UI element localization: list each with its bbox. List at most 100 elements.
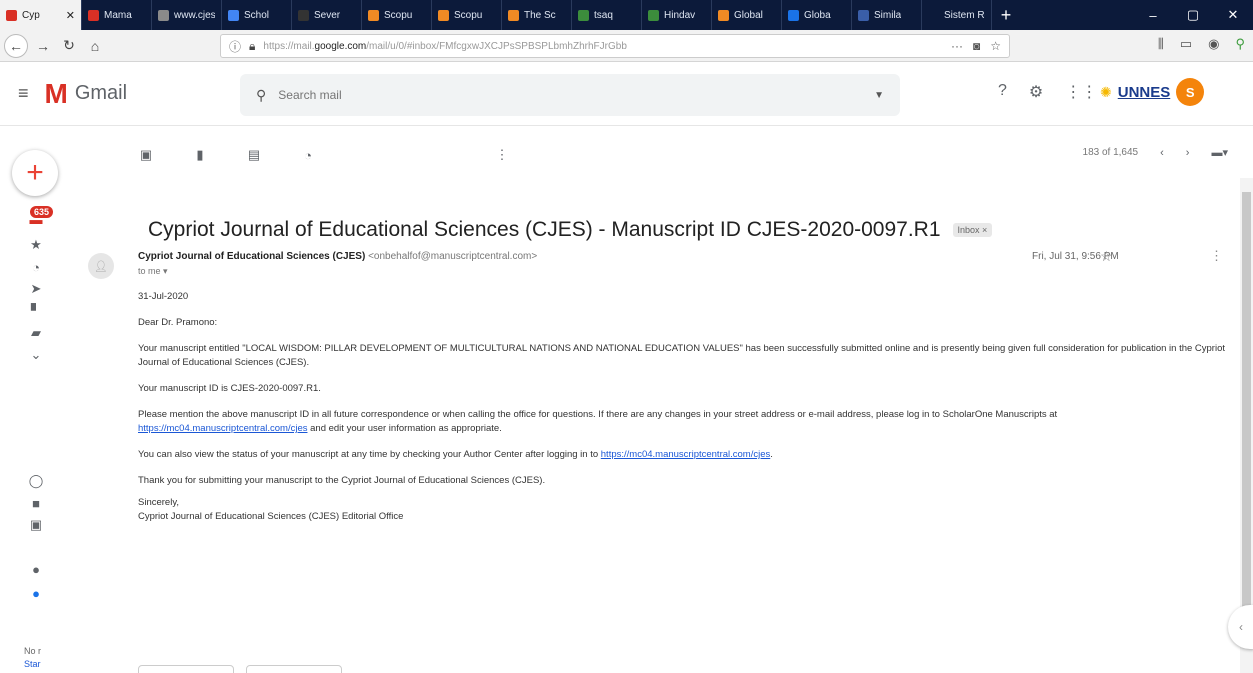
info-icon[interactable]: ⓘ — [229, 38, 241, 55]
lock-icon: 🔒︎ — [249, 38, 256, 53]
search-input[interactable] — [278, 88, 839, 102]
vertical-scrollbar[interactable] — [1240, 178, 1253, 673]
body-text: Please mention the above manuscript ID i… — [138, 409, 1058, 420]
newer-icon[interactable]: › — [1186, 147, 1190, 159]
tab-favicon-icon — [298, 9, 309, 21]
browser-tab[interactable]: Globa — [782, 0, 852, 30]
scrollbar-thumb[interactable] — [1242, 192, 1251, 612]
reload-button[interactable]: ↻ — [58, 35, 80, 57]
browser-tab[interactable]: Mama — [82, 0, 152, 30]
page-actions-icon[interactable]: ··· — [951, 39, 963, 53]
browser-tab[interactable]: tsaq — [572, 0, 642, 30]
starred-icon[interactable]: ★ — [26, 236, 46, 254]
url-text[interactable]: https://mail.google.com/mail/u/0/#inbox/… — [263, 41, 627, 52]
forward-button[interactable]: → — [32, 35, 54, 57]
signature-line-1: Sincerely, — [138, 497, 180, 508]
manuscriptcentral-link[interactable]: https://mc04.manuscriptcentral.com/cjes — [138, 423, 307, 434]
tab-label: Sistem Re — [944, 9, 985, 21]
more-actions-icon[interactable]: ⋮ — [494, 147, 510, 163]
older-icon[interactable]: ‹ — [1160, 147, 1164, 159]
org-name: UNNES — [1117, 83, 1171, 101]
gmail-name: Gmail — [74, 82, 128, 104]
browser-tab[interactable]: The Sc — [502, 0, 572, 30]
bookmark-star-icon[interactable]: ☆ — [990, 39, 1001, 53]
hangouts-status-icon[interactable]: ◯ — [26, 472, 46, 490]
hangouts-icon[interactable]: ● — [26, 560, 46, 578]
help-icon[interactable]: ? — [998, 82, 1007, 102]
browser-tab[interactable]: Simila — [852, 0, 922, 30]
sent-icon[interactable]: ➤ — [26, 280, 46, 298]
tab-close-icon[interactable]: ✕ — [66, 9, 75, 22]
message-more-icon[interactable]: ⋮ — [1210, 248, 1223, 264]
tab-favicon-icon — [788, 9, 799, 21]
main-menu-icon[interactable]: ≡ — [18, 83, 29, 104]
browser-tab[interactable]: Cyp ✕ — [0, 0, 82, 30]
tab-favicon-icon — [858, 9, 869, 21]
tab-label: Schol — [244, 9, 270, 21]
browser-tab[interactable]: Sever — [292, 0, 362, 30]
minimize-icon[interactable]: – — [1133, 0, 1173, 30]
label-icon[interactable]: ▰ — [26, 324, 46, 342]
browser-tab[interactable]: Hindav — [642, 0, 712, 30]
delete-icon[interactable]: ▮ — [192, 147, 208, 163]
browser-tab[interactable]: www.cjes — [152, 0, 222, 30]
reply-button[interactable] — [138, 665, 234, 673]
move-to-icon[interactable]: ▤ — [246, 147, 262, 163]
signature: Sincerely, Cypriot Journal of Educationa… — [138, 496, 1228, 524]
settings-icon[interactable]: ⚙ — [1029, 82, 1043, 102]
browser-tab[interactable]: Sistem Re — [922, 0, 992, 30]
compose-button[interactable]: + — [12, 150, 58, 196]
tab-label: The Sc — [524, 9, 556, 21]
archive-icon[interactable]: ▣ — [138, 147, 154, 163]
browser-tab[interactable]: Scopu — [432, 0, 502, 30]
tab-label: www.cjes — [174, 9, 215, 21]
extension-icon[interactable]: ⚲ — [1235, 36, 1245, 52]
tab-favicon-icon — [88, 9, 99, 21]
sender-avatar[interactable]: 👤︎ — [88, 253, 114, 279]
account-icon[interactable]: ◉ — [1208, 36, 1219, 52]
forward-message-button[interactable] — [246, 665, 342, 673]
library-icon[interactable]: ⫼ — [1158, 36, 1164, 52]
search-options-icon[interactable]: ▼ — [874, 90, 884, 101]
recipient-details[interactable]: to me ▾ — [138, 266, 168, 277]
body-paragraph-submitted: Your manuscript entitled "LOCAL WISDOM: … — [138, 343, 1226, 368]
browser-tab-strip: Cyp ✕ Mama www.cjes Schol Sever Scopu Scopu The … — [0, 0, 1253, 30]
account-avatar[interactable]: S — [1176, 78, 1205, 106]
new-tab-button[interactable]: + — [992, 0, 1020, 30]
browser-tab[interactable]: Schol — [222, 0, 292, 30]
star-icon[interactable]: ☆ — [1100, 248, 1113, 265]
calendar-icon[interactable]: ▣ — [26, 516, 46, 534]
pocket-icon[interactable]: ◙ — [973, 39, 980, 53]
rail-label-2[interactable]: Star — [24, 659, 41, 669]
side-panel-toggle-icon[interactable]: ‹ — [1228, 605, 1253, 649]
input-tools-icon[interactable]: ▬▾ — [1211, 146, 1228, 159]
meet-video-icon[interactable]: ■ — [26, 494, 46, 512]
back-button[interactable]: ← — [4, 33, 28, 58]
close-window-icon[interactable]: ✕ — [1213, 0, 1253, 30]
drafts-icon[interactable]: ▘ — [26, 302, 46, 320]
search-bar: ⚲ ▼ — [240, 74, 900, 116]
tab-favicon-icon — [438, 9, 449, 21]
browser-tab[interactable]: Global — [712, 0, 782, 30]
search-icon[interactable]: ⚲ — [256, 87, 266, 104]
message-toolbar: ▣ ▮ ▤ ◔ ⋮ 183 of 1,645 ‹ › ▬▾ — [138, 142, 1228, 168]
inbox-label-chip[interactable]: Inbox × — [952, 223, 993, 237]
body-paragraph-mention: Please mention the above manuscript ID i… — [138, 408, 1228, 436]
apps-grid-icon[interactable]: ⋮⋮ — [1065, 82, 1097, 102]
tab-label: tsaq — [594, 9, 613, 21]
author-center-link[interactable]: https://mc04.manuscriptcentral.com/cjes — [601, 449, 770, 460]
snooze-icon[interactable]: ◔ — [300, 147, 316, 163]
home-button[interactable]: ⌂ — [84, 35, 106, 57]
maximize-icon[interactable]: ▢ — [1173, 0, 1213, 30]
signature-line-2: Cypriot Journal of Educational Sciences … — [138, 511, 404, 522]
contact-avatar-icon[interactable]: ● — [26, 584, 46, 602]
browser-tab[interactable]: Scopu — [362, 0, 432, 30]
reader-icon[interactable]: ▭ — [1180, 36, 1192, 52]
address-bar[interactable]: ⓘ 🔒︎ https://mail.google.com/mail/u/0/#i… — [220, 34, 1010, 58]
snoozed-icon[interactable]: ◔ — [26, 258, 46, 276]
organization-logo[interactable]: ✺ UNNES S — [1100, 78, 1205, 106]
gmail-logo[interactable]: M Gmail — [45, 78, 128, 110]
body-text: and edit your user information as approp… — [307, 423, 502, 434]
more-chevron-icon[interactable]: ⌄ — [26, 346, 46, 364]
message-subject: Cypriot Journal of Educational Sciences … — [148, 218, 941, 241]
